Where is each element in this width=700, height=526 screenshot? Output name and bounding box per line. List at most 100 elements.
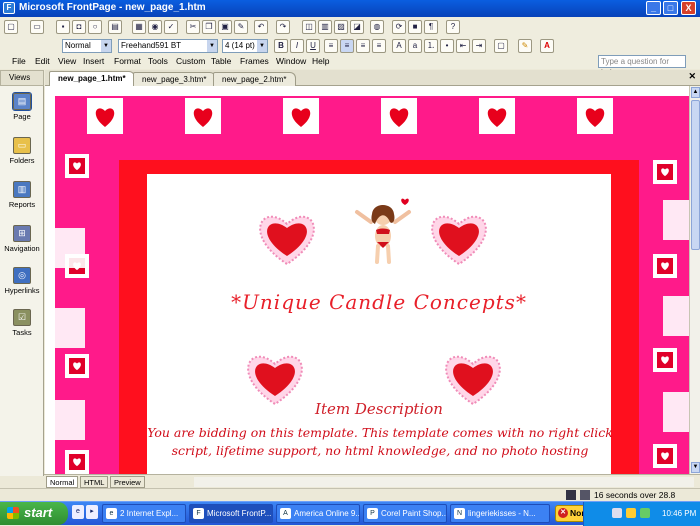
heart-tile [653,348,677,372]
web-component-icon[interactable]: ◫ [302,20,316,34]
menu-view[interactable]: View [58,56,76,66]
toggle-pane-icon[interactable]: ▤ [108,20,122,34]
windows-logo-icon [7,507,19,519]
task-frontpage[interactable]: F Microsoft FrontP... [189,504,273,523]
bullets-icon[interactable]: • [440,39,454,53]
underline-icon[interactable]: U [306,39,320,53]
tray-icon[interactable] [626,508,636,518]
tab-html[interactable]: HTML [80,476,109,488]
menu-frames[interactable]: Frames [240,56,269,66]
tab-new-page-3[interactable]: new_page_3.htm* [133,72,216,86]
numbering-icon[interactable]: ⒈ [424,39,438,53]
view-reports[interactable]: ▥ Reports [1,178,43,218]
help-search-input[interactable]: Type a question for help [598,55,686,77]
new-page-icon[interactable]: ▢ [4,20,18,34]
copy-icon[interactable]: ❐ [202,20,216,34]
decrease-indent-icon[interactable]: ⇤ [456,39,470,53]
window-title: Microsoft FrontPage - new_page_1.htm [19,2,206,13]
refresh-icon[interactable]: ⟳ [392,20,406,34]
scroll-thumb[interactable] [691,100,700,250]
undo-icon[interactable]: ↶ [254,20,268,34]
task-notepad[interactable]: Nlingeriekisses - N... [450,504,550,523]
stop-icon[interactable]: ■ [408,20,422,34]
menu-tools[interactable]: Tools [148,56,168,66]
publish-icon[interactable]: ◘ [72,20,86,34]
increase-indent-icon[interactable]: ⇥ [472,39,486,53]
help-icon[interactable]: ? [446,20,460,34]
tray-icon[interactable] [612,508,622,518]
italic-icon[interactable]: I [290,39,304,53]
close-button[interactable]: X [681,1,696,15]
heart-tile [65,450,89,474]
menu-edit[interactable]: Edit [35,56,50,66]
quick-launch-icon[interactable]: ▸ [86,505,98,519]
style-select[interactable]: Normal ▼ [62,39,112,53]
page-canvas[interactable]: *Unique Candle Concepts* Item Descriptio… [45,86,689,474]
task-aol[interactable]: A America Online 9... [276,504,360,523]
menu-window[interactable]: Window [276,56,306,66]
font-color-icon[interactable]: A [540,39,554,53]
spelling-icon[interactable]: ✓ [164,20,178,34]
cut-icon[interactable]: ✂ [186,20,200,34]
search-icon[interactable]: ○ [88,20,102,34]
folder-icon: ▭ [13,137,31,154]
tab-new-page-2[interactable]: new_page_2.htm* [213,72,296,86]
task-internet-explorer[interactable]: e2 Internet Expl... [102,504,186,523]
menu-insert[interactable]: Insert [83,56,104,66]
view-navigation[interactable]: ⊞ Navigation [1,222,43,262]
view-hyperlinks[interactable]: ◎ Hyperlinks [1,264,43,304]
maximize-button[interactable]: □ [663,1,678,15]
tab-preview[interactable]: Preview [110,476,145,488]
align-right-icon[interactable]: ≡ [356,39,370,53]
view-tasks[interactable]: ☑ Tasks [1,306,43,346]
justify-icon[interactable]: ≡ [372,39,386,53]
font-size-select[interactable]: 4 (14 pt) ▼ [222,39,268,53]
format-painter-icon[interactable]: ✎ [234,20,248,34]
scroll-down-icon[interactable]: ▼ [691,462,700,473]
scroll-up-icon[interactable]: ▲ [691,87,700,98]
decrease-font-icon[interactable]: a [408,39,422,53]
font-value: Freehand591 BT [121,41,182,50]
redo-icon[interactable]: ↷ [276,20,290,34]
open-icon[interactable]: ▭ [30,20,44,34]
menu-custom[interactable]: Custom [176,56,205,66]
font-select[interactable]: Freehand591 BT ▼ [118,39,218,53]
print-icon[interactable]: ▦ [132,20,146,34]
view-folders[interactable]: ▭ Folders [1,134,43,174]
insert-table-icon[interactable]: ▥ [318,20,332,34]
aol-icon: A [280,508,291,519]
borders-icon[interactable]: ▢ [494,39,508,53]
view-label: Navigation [4,244,40,253]
views-bar: ▤ Page ▭ Folders ▥ Reports ⊞ Navigation ◎ Hyp… [0,86,44,476]
quick-launch-icon[interactable]: e [72,505,84,519]
menu-format[interactable]: Format [114,56,141,66]
menu-help[interactable]: Help [312,56,329,66]
increase-font-icon[interactable]: A [392,39,406,53]
menu-file[interactable]: File [12,56,26,66]
show-all-icon[interactable]: ¶ [424,20,438,34]
task-paint-shop[interactable]: P Corel Paint Shop... [363,504,447,523]
align-left-icon[interactable]: ≡ [324,39,338,53]
close-document-icon[interactable]: ✕ [688,71,696,82]
menu-table[interactable]: Table [211,56,231,66]
minimize-button[interactable]: _ [646,1,661,15]
paste-icon[interactable]: ▣ [218,20,232,34]
preview-in-browser-icon[interactable]: ◉ [148,20,162,34]
horizontal-scrollbar[interactable] [194,477,694,487]
save-icon[interactable]: ▪ [56,20,70,34]
tab-new-page-1[interactable]: new_page_1.htm* [49,71,135,86]
align-center-icon[interactable]: ≡ [340,39,354,53]
bold-icon[interactable]: B [274,39,288,53]
view-page[interactable]: ▤ Page [1,90,43,130]
heart-tile [381,98,417,134]
document-tabs: new_page_1.htm* new_page_3.htm* new_page… [45,70,700,86]
vertical-scrollbar[interactable]: ▲ ▼ [689,86,700,474]
status-bar: 16 seconds over 28.8 [0,488,700,501]
tab-normal[interactable]: Normal [46,476,79,488]
insert-picture-icon[interactable]: ▨ [334,20,348,34]
start-button[interactable]: start [0,502,68,525]
tray-icon[interactable] [640,508,650,518]
drawing-icon[interactable]: ◪ [350,20,364,34]
highlight-icon[interactable]: ✎ [518,39,532,53]
hyperlink-icon[interactable]: ◍ [370,20,384,34]
